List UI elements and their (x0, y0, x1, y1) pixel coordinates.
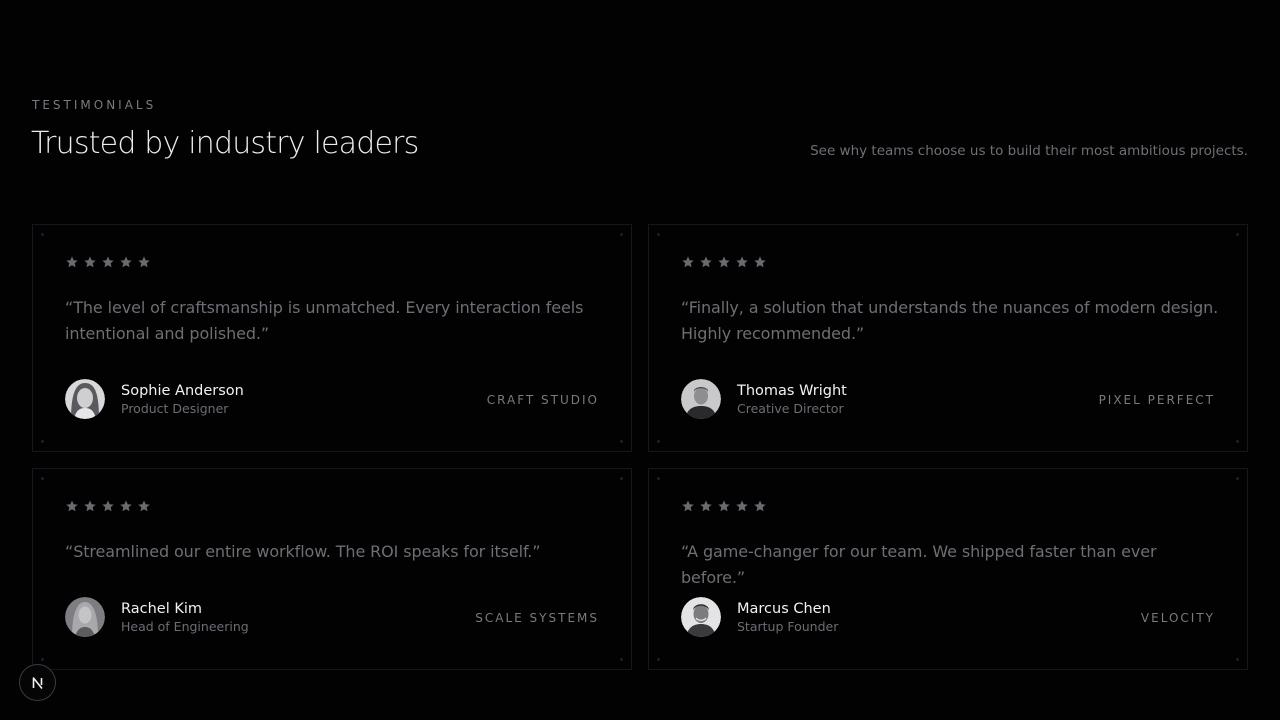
corner-dot (41, 440, 44, 443)
corner-dot (657, 233, 660, 236)
corner-dot (657, 658, 660, 661)
star-icon (682, 500, 694, 512)
avatar (65, 379, 105, 419)
star-rating (681, 255, 767, 269)
corner-dot (620, 477, 623, 480)
author-name: Marcus Chen (737, 601, 831, 617)
section-subtitle: See why teams choose us to build their m… (810, 143, 1248, 159)
star-icon (682, 256, 694, 268)
star-icon (700, 256, 712, 268)
testimonials-section: TESTIMONIALS Trusted by industry leaders… (31, 0, 1248, 720)
nextjs-logo-icon (32, 676, 43, 689)
testimonial-quote: “Finally, a solution that understands th… (681, 298, 1219, 343)
avatar (681, 597, 721, 637)
testimonial-quote: “The level of craftsmanship is unmatched… (65, 298, 584, 343)
star-icon (138, 256, 150, 268)
author: Thomas Wright Creative Director (681, 379, 847, 419)
author-role: Creative Director (737, 401, 844, 416)
corner-dot (620, 440, 623, 443)
company-name: VELOCITY (1140, 611, 1215, 625)
avatar (65, 597, 105, 637)
star-icon (102, 256, 114, 268)
section-eyebrow: TESTIMONIALS (32, 98, 157, 112)
star-icon (700, 500, 712, 512)
star-rating (65, 255, 151, 269)
author-name: Thomas Wright (737, 383, 847, 399)
corner-dot (41, 477, 44, 480)
star-icon (754, 500, 766, 512)
company-name: CRAFT STUDIO (486, 393, 599, 407)
testimonial-quote: “Streamlined our entire workflow. The RO… (65, 542, 541, 561)
author: Rachel Kim Head of Engineering (65, 597, 249, 637)
testimonial-card: “A game-changer for our team. We shipped… (648, 468, 1248, 670)
nextjs-devtools-button[interactable] (19, 664, 56, 701)
testimonial-quote: “A game-changer for our team. We shipped… (681, 542, 1157, 587)
star-icon (102, 500, 114, 512)
star-rating (65, 499, 151, 513)
author: Sophie Anderson Product Designer (65, 379, 244, 419)
avatar (681, 379, 721, 419)
author-role: Product Designer (121, 401, 229, 416)
star-icon (84, 256, 96, 268)
author: Marcus Chen Startup Founder (681, 597, 838, 637)
testimonial-card: “Streamlined our entire workflow. The RO… (32, 468, 632, 670)
corner-dot (1236, 440, 1239, 443)
star-icon (84, 500, 96, 512)
corner-dot (620, 233, 623, 236)
star-icon (138, 500, 150, 512)
author-role: Head of Engineering (121, 619, 249, 634)
company-name: PIXEL PERFECT (1098, 393, 1215, 407)
star-icon (66, 256, 78, 268)
company-name: SCALE SYSTEMS (475, 611, 599, 625)
author-role: Startup Founder (737, 619, 839, 634)
corner-dot (41, 233, 44, 236)
star-icon (754, 256, 766, 268)
star-icon (66, 500, 78, 512)
star-icon (120, 256, 132, 268)
star-icon (120, 500, 132, 512)
corner-dot (1236, 233, 1239, 236)
section-title: Trusted by industry leaders (31, 126, 419, 161)
star-icon (718, 500, 730, 512)
corner-dot (657, 440, 660, 443)
corner-dot (41, 658, 44, 661)
star-icon (736, 256, 748, 268)
testimonial-card: “The level of craftsmanship is unmatched… (32, 224, 632, 452)
corner-dot (620, 658, 623, 661)
star-icon (718, 256, 730, 268)
author-name: Sophie Anderson (121, 383, 244, 399)
star-icon (736, 500, 748, 512)
corner-dot (1236, 477, 1239, 480)
corner-dot (1236, 658, 1239, 661)
author-name: Rachel Kim (121, 601, 203, 617)
corner-dot (657, 477, 660, 480)
star-rating (681, 499, 767, 513)
testimonial-card: “Finally, a solution that understands th… (648, 224, 1248, 452)
